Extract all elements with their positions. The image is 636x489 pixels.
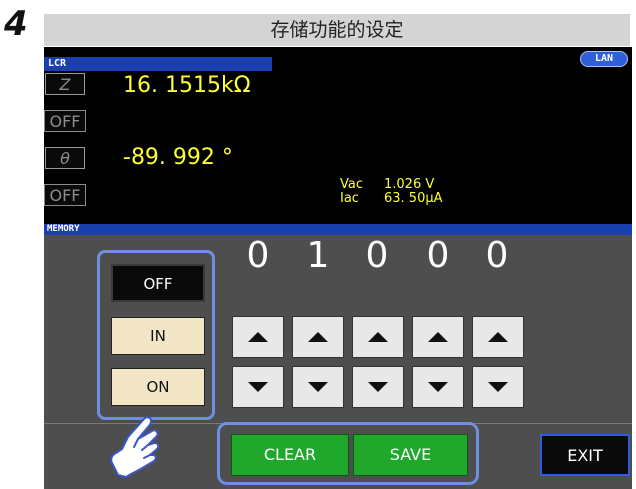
memory-digit-3: 0	[365, 235, 389, 276]
memory-in-button[interactable]: IN	[111, 317, 205, 355]
down-arrow-icon	[308, 382, 328, 392]
digit-4-down-button[interactable]	[412, 366, 464, 408]
lcr-header-bar: LCR	[44, 57, 272, 71]
up-arrow-icon	[428, 332, 448, 342]
digit-5-down-button[interactable]	[472, 366, 524, 408]
save-button[interactable]: SAVE	[353, 434, 468, 476]
down-arrow-icon	[368, 382, 388, 392]
step-title: 存储功能的设定	[44, 14, 630, 46]
vac-label: Vac	[340, 177, 363, 192]
iac-label: Iac	[340, 191, 359, 206]
digit-2-down-button[interactable]	[292, 366, 344, 408]
hand-pointer-icon	[110, 416, 160, 478]
up-arrow-icon	[488, 332, 508, 342]
memory-digit-1: 0	[246, 235, 270, 276]
up-arrow-icon	[248, 332, 268, 342]
vac-value: 1.026 V	[384, 177, 435, 192]
memory-off-button[interactable]: OFF	[111, 264, 205, 302]
memory-digit-5: 0	[485, 235, 509, 276]
up-arrow-icon	[308, 332, 328, 342]
memory-digit-2: 1	[306, 235, 330, 276]
digit-3-down-button[interactable]	[352, 366, 404, 408]
param1-value: 16. 1515kΩ	[123, 73, 251, 98]
down-arrow-icon	[488, 382, 508, 392]
down-arrow-icon	[248, 382, 268, 392]
digit-5-up-button[interactable]	[472, 316, 524, 358]
param3-symbol[interactable]: θ	[45, 147, 85, 169]
param4-off[interactable]: OFF	[44, 184, 86, 206]
down-arrow-icon	[428, 382, 448, 392]
lan-badge: LAN	[580, 51, 628, 67]
digit-1-down-button[interactable]	[232, 366, 284, 408]
digit-4-up-button[interactable]	[412, 316, 464, 358]
digit-1-up-button[interactable]	[232, 316, 284, 358]
memory-on-button[interactable]: ON	[111, 368, 205, 406]
iac-value: 63. 50μA	[384, 191, 443, 206]
memory-header-bar: MEMORY	[44, 224, 632, 235]
param1-symbol[interactable]: Z	[45, 73, 85, 95]
digit-2-up-button[interactable]	[292, 316, 344, 358]
param2-off[interactable]: OFF	[44, 110, 86, 132]
memory-digit-4: 0	[426, 235, 450, 276]
digit-3-up-button[interactable]	[352, 316, 404, 358]
clear-button[interactable]: CLEAR	[231, 434, 349, 476]
up-arrow-icon	[368, 332, 388, 342]
exit-button[interactable]: EXIT	[540, 434, 630, 476]
step-number: 4	[4, 4, 28, 44]
param3-value: -89. 992 °	[123, 145, 233, 170]
